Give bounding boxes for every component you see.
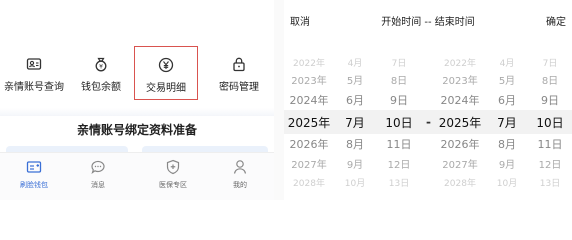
quick-action-label: 密码管理 — [219, 82, 259, 93]
end-year-wheel[interactable]: 2022年 2023年 2024年 2025年 2026年 2027年 2028… — [434, 0, 486, 200]
wheel-option: 10月 — [344, 179, 366, 189]
pane-divider — [274, 0, 284, 200]
app-home-pane: 亲情账号查询 ¥ 钱包余额 交易明细 密码管理 亲情账号绑定资料准备 刷脸钱包 … — [0, 0, 274, 200]
tab-face-wallet[interactable]: 刷脸钱包 — [0, 153, 68, 200]
wheel-option: 9日 — [541, 94, 559, 107]
wheel-option-selected: 7月 — [497, 116, 517, 130]
tab-messages[interactable]: 消息 — [64, 153, 132, 200]
tab-label: 我的 — [233, 181, 247, 189]
wheel-option: 8月 — [346, 138, 364, 151]
wheel-option: 4月 — [347, 59, 363, 69]
section-title: 亲情账号绑定资料准备 — [76, 123, 197, 137]
tab-label: 医保专区 — [159, 181, 187, 189]
wheel-option: 2024年 — [289, 94, 329, 107]
wheel-option: 2022年 — [293, 59, 325, 69]
wheel-option: 6月 — [498, 94, 516, 107]
quick-action-label: 亲情账号查询 — [4, 82, 64, 93]
end-month-wheel[interactable]: 4月 5月 6月 7月 8月 9月 10月 — [486, 0, 528, 200]
wheel-option: 8日 — [541, 76, 559, 87]
quick-action-password-management[interactable]: 密码管理 — [204, 46, 274, 100]
wheel-option: 11日 — [386, 138, 412, 151]
start-day-wheel[interactable]: 7日 8日 9日 10日 11日 12日 13日 — [378, 0, 420, 200]
end-day-wheel[interactable]: 7日 8日 9日 10日 11日 12日 13日 — [528, 0, 572, 200]
wheel-option: 2026年 — [289, 138, 329, 151]
tab-mine[interactable]: 我的 — [206, 153, 274, 200]
wheel-option: 11日 — [537, 138, 563, 151]
yuan-icon — [158, 57, 174, 73]
wheel-option: 12日 — [538, 160, 562, 171]
quick-action-label: 交易明细 — [146, 83, 186, 94]
quick-action-label: 钱包余额 — [81, 82, 121, 93]
wheel-option: 2023年 — [291, 76, 327, 87]
account-card-icon — [26, 56, 42, 72]
bottom-tab-bar: 刷脸钱包 消息 医保专区 我的 — [0, 152, 274, 200]
tab-label: 消息 — [91, 181, 105, 189]
user-icon — [232, 159, 248, 175]
wheel-option: 4月 — [499, 59, 515, 69]
header-band — [0, 0, 274, 38]
range-separator: - — [426, 115, 431, 129]
tab-medical-insurance[interactable]: 医保专区 — [139, 153, 207, 200]
wheel-option-selected: 2025年 — [287, 116, 331, 130]
lock-icon — [231, 56, 247, 72]
wheel-option: 2023年 — [442, 76, 478, 87]
wheel-option: 2026年 — [440, 138, 480, 151]
wheel-option: 5月 — [346, 76, 364, 87]
date-range-picker: 取消 开始时间 -- 结束时间 确定 2022年 2023年 2024年 202… — [284, 0, 572, 200]
wheel-option: 8月 — [498, 138, 516, 151]
wheel-option: 12日 — [387, 160, 411, 171]
wheel-option: 8日 — [390, 76, 408, 87]
wheel-option: 2022年 — [444, 59, 476, 69]
wheel-option: 2027年 — [291, 160, 327, 171]
money-bag-icon: ¥ — [93, 56, 109, 72]
medical-shield-icon — [165, 159, 181, 175]
wheel-option: 9日 — [390, 94, 408, 107]
wheel-option-selected: 10日 — [536, 116, 564, 130]
section-divider — [0, 108, 274, 116]
tab-label: 刷脸钱包 — [20, 181, 48, 189]
wheel-option: 5月 — [498, 76, 516, 87]
wheel-option: 9月 — [346, 160, 364, 171]
face-wallet-icon — [26, 159, 42, 175]
wheel-option: 13日 — [539, 179, 561, 189]
quick-actions-row: 亲情账号查询 ¥ 钱包余额 交易明细 密码管理 — [0, 46, 274, 100]
wheel-option-selected: 2025年 — [438, 116, 482, 130]
wheel-option: 6月 — [346, 94, 364, 107]
wheel-option: 13日 — [388, 179, 410, 189]
wheel-option: 10月 — [496, 179, 518, 189]
wheel-option: 7日 — [391, 59, 407, 69]
wheel-option: 7日 — [542, 59, 558, 69]
wheel-option: 2028年 — [444, 179, 476, 189]
quick-action-wallet-balance[interactable]: ¥ 钱包余额 — [68, 46, 134, 100]
wheel-option-selected: 7月 — [345, 116, 365, 130]
quick-action-family-account[interactable]: 亲情账号查询 — [0, 46, 68, 100]
message-icon — [90, 159, 106, 175]
svg-text:¥: ¥ — [99, 63, 103, 70]
wheel-option: 2024年 — [440, 94, 480, 107]
wheel-option: 9月 — [498, 160, 516, 171]
wheel-option: 2028年 — [293, 179, 325, 189]
wheel-option: 2027年 — [442, 160, 478, 171]
quick-action-transaction-details[interactable]: 交易明细 — [134, 46, 198, 100]
start-month-wheel[interactable]: 4月 5月 6月 7月 8月 9月 10月 — [334, 0, 376, 200]
wheel-option-selected: 10日 — [385, 116, 413, 130]
start-year-wheel[interactable]: 2022年 2023年 2024年 2025年 2026年 2027年 2028… — [284, 0, 334, 200]
